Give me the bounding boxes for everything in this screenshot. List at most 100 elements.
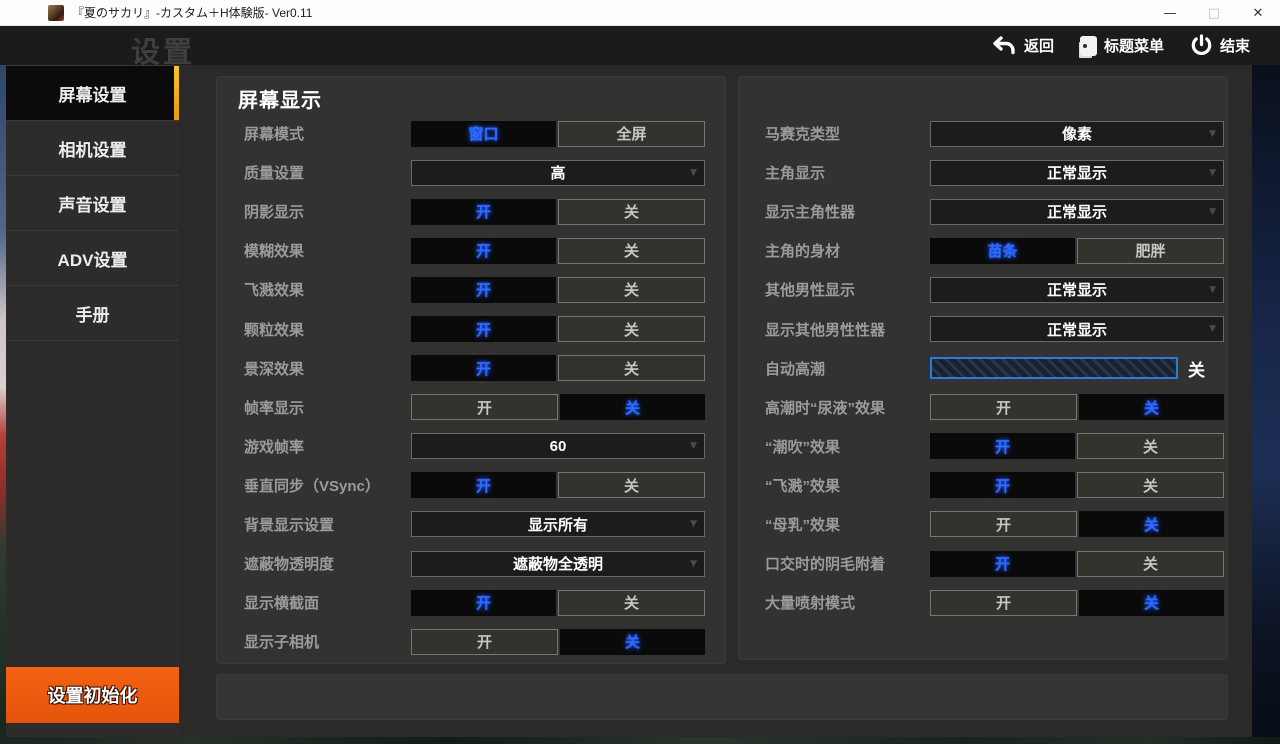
setting-label: 飞溅效果 bbox=[244, 279, 411, 300]
close-button[interactable]: ✕ bbox=[1236, 0, 1280, 26]
toggle-option-selected[interactable]: 关 bbox=[560, 629, 705, 655]
dropdown-select[interactable]: 正常显示▼ bbox=[930, 316, 1224, 342]
setting-label: 帧率显示 bbox=[244, 397, 411, 418]
quit-button[interactable]: 结束 bbox=[1190, 34, 1250, 57]
toggle-option-selected[interactable]: 开 bbox=[411, 277, 556, 303]
sidebar-item-4[interactable]: 手册 bbox=[6, 286, 179, 341]
toggle-option-unselected[interactable]: 关 bbox=[558, 238, 705, 264]
setting-row: 口交时的阴毛附着开关 bbox=[738, 544, 1228, 583]
toggle-option-unselected[interactable]: 关 bbox=[558, 199, 705, 225]
toggle-option-unselected[interactable]: 关 bbox=[558, 590, 705, 616]
toggle-option-unselected[interactable]: 关 bbox=[558, 316, 705, 342]
setting-control: 正常显示▼ bbox=[930, 199, 1224, 225]
setting-control: 苗条肥胖 bbox=[930, 238, 1224, 264]
chevron-down-icon: ▼ bbox=[1209, 129, 1216, 139]
toggle-option-selected[interactable]: 开 bbox=[411, 472, 556, 498]
auto-climax-slider-track[interactable] bbox=[930, 357, 1178, 379]
toggle-option-unselected[interactable]: 关 bbox=[558, 472, 705, 498]
chevron-down-icon: ▼ bbox=[690, 441, 697, 451]
toggle-option-unselected[interactable]: 关 bbox=[558, 355, 705, 381]
dropdown-value: 遮蔽物全透明 bbox=[513, 553, 603, 574]
toggle-option-selected[interactable]: 开 bbox=[411, 316, 556, 342]
minimize-button[interactable]: — bbox=[1148, 0, 1192, 26]
setting-row: 显示其他男性性器正常显示▼ bbox=[738, 309, 1228, 348]
setting-control: 开关 bbox=[411, 590, 705, 616]
setting-row: 垂直同步（VSync）开关 bbox=[216, 466, 726, 505]
setting-label: 口交时的阴毛附着 bbox=[765, 553, 930, 574]
setting-row: 景深效果开关 bbox=[216, 349, 726, 388]
setting-control: 开关 bbox=[930, 472, 1224, 498]
page-title: 设置 bbox=[131, 29, 195, 71]
toggle-option-selected[interactable]: 开 bbox=[411, 238, 556, 264]
toggle-option-selected[interactable]: 关 bbox=[560, 394, 705, 420]
sidebar-item-0[interactable]: 屏幕设置 bbox=[6, 66, 179, 121]
setting-row: 马赛克类型像素▼ bbox=[738, 114, 1228, 153]
setting-control: 开关 bbox=[411, 629, 705, 655]
setting-control: 像素▼ bbox=[930, 121, 1224, 147]
setting-row: 主角显示正常显示▼ bbox=[738, 153, 1228, 192]
toggle-option-unselected[interactable]: 开 bbox=[930, 394, 1077, 420]
toggle-option-selected[interactable]: 开 bbox=[930, 433, 1075, 459]
setting-label: 垂直同步（VSync） bbox=[244, 475, 411, 496]
setting-label: 主角显示 bbox=[765, 162, 930, 183]
setting-control: 开关 bbox=[930, 551, 1224, 577]
setting-label: 质量设置 bbox=[244, 162, 411, 183]
dropdown-select[interactable]: 显示所有▼ bbox=[411, 511, 705, 537]
sidebar-item-2[interactable]: 声音设置 bbox=[6, 176, 179, 231]
toggle-option-selected[interactable]: 开 bbox=[930, 472, 1075, 498]
toggle-option-unselected[interactable]: 关 bbox=[1077, 551, 1224, 577]
back-button[interactable]: 返回 bbox=[991, 35, 1054, 56]
setting-row: 模糊效果开关 bbox=[216, 231, 726, 270]
dropdown-select[interactable]: 正常显示▼ bbox=[930, 277, 1224, 303]
toggle-option-selected[interactable]: 开 bbox=[411, 355, 556, 381]
os-titlebar: 『夏のサカリ』-カスタム＋H体験版- Ver0.11 — □ ✕ bbox=[0, 0, 1280, 26]
setting-control: 开关 bbox=[411, 316, 705, 342]
setting-label: 游戏帧率 bbox=[244, 436, 411, 457]
toggle-option-selected[interactable]: 苗条 bbox=[930, 238, 1075, 264]
sidebar-item-label: ADV设置 bbox=[58, 246, 128, 271]
toggle-option-selected[interactable]: 开 bbox=[930, 551, 1075, 577]
setting-label: 显示主角性器 bbox=[765, 201, 930, 222]
toggle-option-selected[interactable]: 关 bbox=[1079, 511, 1224, 537]
quit-button-label: 结束 bbox=[1220, 35, 1250, 56]
setting-control: 开关 bbox=[930, 394, 1224, 420]
chevron-down-icon: ▼ bbox=[1209, 207, 1216, 217]
dropdown-select[interactable]: 正常显示▼ bbox=[930, 160, 1224, 186]
toggle-option-unselected[interactable]: 肥胖 bbox=[1077, 238, 1224, 264]
toggle-option-unselected[interactable]: 开 bbox=[411, 629, 558, 655]
setting-row: 帧率显示开关 bbox=[216, 388, 726, 427]
toggle-option-unselected[interactable]: 关 bbox=[1077, 433, 1224, 459]
setting-row: 颗粒效果开关 bbox=[216, 309, 726, 348]
toggle-option-selected[interactable]: 关 bbox=[1079, 590, 1224, 616]
maximize-button[interactable]: □ bbox=[1192, 0, 1236, 26]
setting-control: 关 bbox=[930, 355, 1224, 381]
toggle-option-unselected[interactable]: 全屏 bbox=[558, 121, 705, 147]
character-display-panel: 马赛克类型像素▼主角显示正常显示▼显示主角性器正常显示▼主角的身材苗条肥胖其他男… bbox=[738, 76, 1228, 660]
setting-label: 高潮时“尿液”效果 bbox=[765, 397, 930, 418]
sidebar-menu: 屏幕设置相机设置声音设置 ADV设置手册 bbox=[6, 65, 179, 341]
title-menu-button[interactable]: 标题菜单 bbox=[1080, 35, 1164, 56]
setting-row: 主角的身材苗条肥胖 bbox=[738, 231, 1228, 270]
dropdown-select[interactable]: 高▼ bbox=[411, 160, 705, 186]
sidebar-item-label: 屏幕设置 bbox=[59, 81, 127, 106]
sidebar-item-3[interactable]: ADV设置 bbox=[6, 231, 179, 286]
dropdown-select[interactable]: 像素▼ bbox=[930, 121, 1224, 147]
toggle-option-unselected[interactable]: 开 bbox=[930, 511, 1077, 537]
toggle-option-selected[interactable]: 开 bbox=[411, 199, 556, 225]
dropdown-value: 显示所有 bbox=[528, 514, 588, 535]
toggle-option-selected[interactable]: 开 bbox=[411, 590, 556, 616]
dropdown-select[interactable]: 遮蔽物全透明▼ bbox=[411, 551, 705, 577]
dropdown-select[interactable]: 60▼ bbox=[411, 433, 705, 459]
power-icon bbox=[1190, 34, 1213, 57]
dropdown-select[interactable]: 正常显示▼ bbox=[930, 199, 1224, 225]
toggle-option-unselected[interactable]: 开 bbox=[930, 590, 1077, 616]
toggle-option-unselected[interactable]: 关 bbox=[558, 277, 705, 303]
sidebar-item-1[interactable]: 相机设置 bbox=[6, 121, 179, 176]
toggle-option-selected[interactable]: 窗口 bbox=[411, 121, 556, 147]
settings-reset-button[interactable]: 设置初始化 bbox=[6, 667, 179, 723]
setting-control: 高▼ bbox=[411, 160, 705, 186]
toggle-option-unselected[interactable]: 开 bbox=[411, 394, 558, 420]
window-title: 『夏のサカリ』-カスタム＋H体験版- Ver0.11 bbox=[72, 0, 312, 26]
toggle-option-selected[interactable]: 关 bbox=[1079, 394, 1224, 420]
toggle-option-unselected[interactable]: 关 bbox=[1077, 472, 1224, 498]
